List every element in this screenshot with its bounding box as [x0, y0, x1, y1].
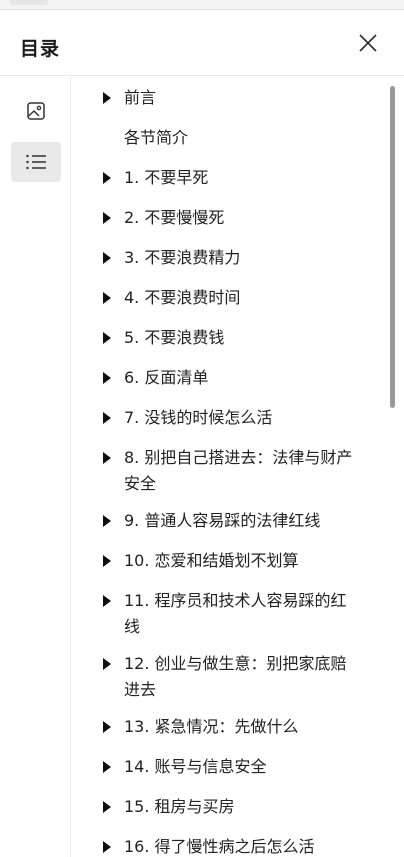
caret-right-icon[interactable]: [101, 657, 113, 671]
panel-title: 目录: [20, 38, 61, 60]
caret-right-icon[interactable]: [101, 371, 113, 385]
close-icon: [359, 34, 377, 52]
toc-item-label: 8. 别把自己搭进去：法律与财产安全: [124, 448, 353, 493]
caret-right-icon[interactable]: [101, 720, 113, 734]
toc-item-label: 4. 不要浪费时间: [124, 288, 241, 307]
caret-right-icon[interactable]: [101, 594, 113, 608]
caret-right-icon[interactable]: [101, 760, 113, 774]
toc-item-label: 前言: [124, 88, 157, 107]
image-icon: [27, 102, 45, 120]
toc-item-label: 12. 创业与做生意：别把家底赔进去: [124, 654, 347, 699]
list-icon: [26, 154, 46, 170]
toc-item-label: 3. 不要浪费精力: [124, 248, 241, 267]
toc-item-label: 16. 得了慢性病之后怎么活: [124, 837, 315, 856]
caret-right-icon[interactable]: [101, 331, 113, 345]
caret-right-icon[interactable]: [101, 451, 113, 465]
close-button[interactable]: [355, 30, 381, 56]
toc-item-label: 1. 不要早死: [124, 168, 209, 187]
caret-right-icon[interactable]: [101, 800, 113, 814]
caret-right-icon[interactable]: [101, 211, 113, 225]
window-top-strip: [0, 0, 404, 10]
toc-item-label: 10. 恋爱和结婚划不划算: [124, 551, 299, 570]
scrollbar-thumb[interactable]: [390, 86, 395, 408]
image-view-button[interactable]: [11, 91, 61, 131]
toc-list: 前言各节简介 1. 不要早死 2. 不要慢慢死 3. 不要浪费精力 4. 不要浪费时间 5…: [72, 77, 390, 857]
toc-item-label: 15. 租房与买房: [124, 797, 235, 816]
caret-right-icon[interactable]: [101, 514, 113, 528]
caret-right-icon[interactable]: [101, 171, 113, 185]
side-rail: [0, 77, 71, 857]
toc-item-label: 6. 反面清单: [124, 368, 209, 387]
caret-right-icon[interactable]: [101, 251, 113, 265]
toc-item-label: 2. 不要慢慢死: [124, 208, 225, 227]
toc-item-label: 14. 账号与信息安全: [124, 757, 267, 776]
toc-item-label: 9. 普通人容易踩的法律红线: [124, 511, 321, 530]
toc-item-label: 11. 程序员和技术人容易踩的红线: [124, 591, 347, 636]
toc-item-label: 各节简介: [124, 128, 189, 147]
caret-right-icon[interactable]: [101, 411, 113, 425]
toc-item-label: 13. 紧急情况：先做什么: [124, 717, 299, 736]
caret-right-icon[interactable]: [101, 554, 113, 568]
toc-item-label: 7. 没钱的时候怎么活: [124, 408, 273, 427]
tab-stub: [10, 0, 48, 5]
caret-right-icon[interactable]: [101, 840, 113, 854]
panel-header: 目录: [0, 10, 404, 76]
caret-right-icon[interactable]: [101, 91, 113, 105]
toc-view-button[interactable]: [11, 142, 61, 182]
caret-right-icon[interactable]: [101, 291, 113, 305]
toc-item-label: 5. 不要浪费钱: [124, 328, 225, 347]
